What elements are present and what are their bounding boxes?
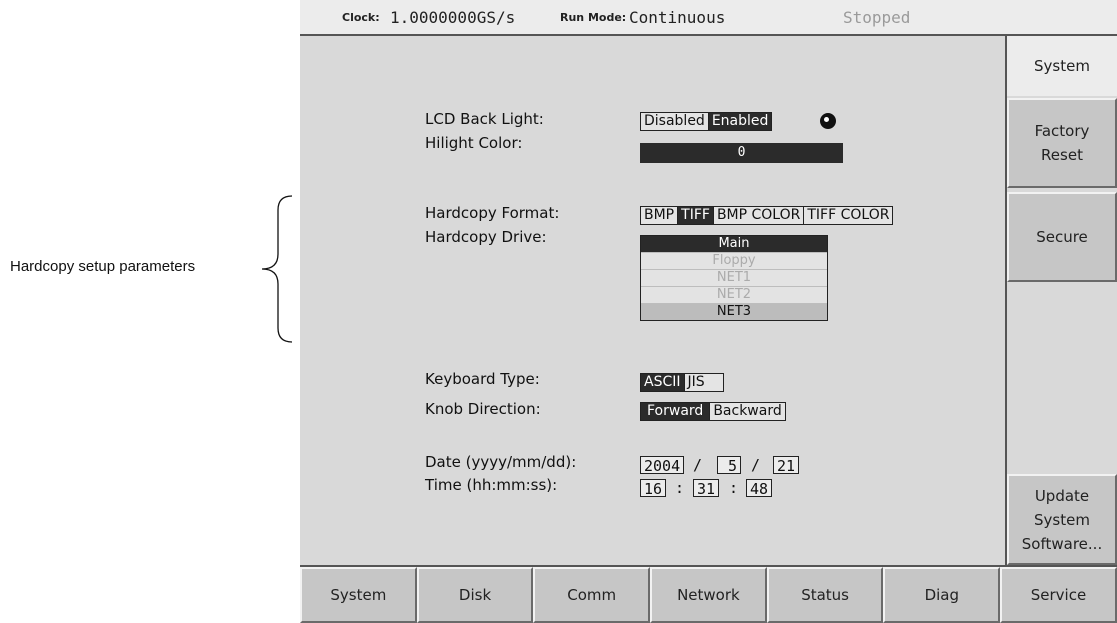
knob-forward[interactable]: Forward xyxy=(641,403,711,420)
date-separator-2: / xyxy=(751,456,761,474)
update-line-3: Software... xyxy=(1021,534,1103,553)
drive-option-net2[interactable]: NET2 xyxy=(641,287,827,304)
format-bmp[interactable]: BMP xyxy=(641,207,679,224)
hilight-color-label: Hilight Color: xyxy=(425,134,523,152)
run-mode-label: Run Mode: xyxy=(560,11,627,24)
clock-value: 1.0000000GS/s xyxy=(390,8,516,27)
drive-option-floppy[interactable]: Floppy xyxy=(641,253,827,270)
date-label: Date (yyyy/mm/dd): xyxy=(425,453,577,471)
date-day-field[interactable]: 21 xyxy=(773,456,800,475)
time-label: Time (hh:mm:ss): xyxy=(425,476,558,494)
format-tiff[interactable]: TIFF xyxy=(678,207,714,224)
update-line-2: System xyxy=(1034,510,1090,529)
date-month-field[interactable]: 5 xyxy=(717,456,741,475)
time-separator-1: : xyxy=(675,479,685,497)
hardcopy-drive-label: Hardcopy Drive: xyxy=(425,228,547,246)
date-separator-1: / xyxy=(693,456,703,474)
hilight-color-value[interactable]: 0 xyxy=(640,143,843,163)
settings-panel: LCD Back Light: Disabled Enabled Hilight… xyxy=(300,36,1005,565)
knob-direction-label: Knob Direction: xyxy=(425,400,541,418)
instrument-screen: Clock: 1.0000000GS/s Run Mode: Continuou… xyxy=(300,0,1117,623)
lcd-backlight-enabled[interactable]: Enabled xyxy=(708,113,772,130)
time-separator-2: : xyxy=(729,479,739,497)
tab-service[interactable]: Service xyxy=(1000,567,1117,623)
factory-reset-line-1: Factory xyxy=(1034,122,1090,140)
side-menu-empty-slot xyxy=(1007,286,1117,471)
lcd-backlight-label: LCD Back Light: xyxy=(425,110,544,128)
run-mode-value: Continuous xyxy=(629,8,726,27)
time-hour-field[interactable]: 16 xyxy=(640,479,667,498)
date-year-field[interactable]: 2004 xyxy=(640,456,685,475)
format-bmp-color[interactable]: BMP COLOR xyxy=(713,207,805,224)
lcd-backlight-selector[interactable]: Disabled Enabled xyxy=(640,112,773,131)
factory-reset-line-2: Reset xyxy=(1041,146,1083,164)
tab-status[interactable]: Status xyxy=(766,567,884,623)
tab-network[interactable]: Network xyxy=(650,567,767,623)
keyboard-type-label: Keyboard Type: xyxy=(425,370,540,388)
hardcopy-format-label: Hardcopy Format: xyxy=(425,204,560,222)
factory-reset-button[interactable]: Factory Reset xyxy=(1007,98,1117,188)
run-state: Stopped xyxy=(843,8,911,27)
drive-option-net3[interactable]: NET3 xyxy=(641,304,827,320)
status-bar: Clock: 1.0000000GS/s Run Mode: Continuou… xyxy=(300,0,1117,36)
bottom-tab-bar: System Disk Comm Network Status Diag Ser… xyxy=(300,565,1117,623)
time-second-field[interactable]: 48 xyxy=(746,479,773,498)
hardcopy-annotation-label: Hardcopy setup parameters xyxy=(10,258,196,275)
side-menu: System Factory Reset Secure Update Syste… xyxy=(1005,36,1117,565)
hardcopy-format-selector[interactable]: BMP TIFF BMP COLOR TIFF COLOR xyxy=(640,206,894,225)
lcd-backlight-disabled[interactable]: Disabled xyxy=(641,113,709,130)
knob-direction-selector[interactable]: Forward Backward xyxy=(640,402,786,421)
tab-comm[interactable]: Comm xyxy=(533,567,651,623)
indicator-led-icon xyxy=(820,113,836,129)
update-system-software-button[interactable]: Update System Software... xyxy=(1007,474,1117,565)
keyboard-jis[interactable]: JIS xyxy=(684,374,723,391)
tab-system[interactable]: System xyxy=(300,567,417,623)
drive-option-net1[interactable]: NET1 xyxy=(641,270,827,287)
time-minute-field[interactable]: 31 xyxy=(693,479,720,498)
knob-backward[interactable]: Backward xyxy=(710,403,785,420)
keyboard-type-selector[interactable]: ASCII JIS xyxy=(640,373,724,392)
curly-brace-icon xyxy=(261,195,293,343)
drive-option-main[interactable]: Main xyxy=(641,236,827,253)
format-tiff-color[interactable]: TIFF COLOR xyxy=(804,207,893,224)
tab-disk[interactable]: Disk xyxy=(416,567,534,623)
side-menu-title: System xyxy=(1007,36,1117,96)
secure-button[interactable]: Secure xyxy=(1007,192,1117,282)
hardcopy-drive-list[interactable]: Main Floppy NET1 NET2 NET3 xyxy=(640,235,828,321)
update-line-1: Update xyxy=(1034,486,1090,505)
keyboard-ascii[interactable]: ASCII xyxy=(641,374,685,391)
tab-diag[interactable]: Diag xyxy=(883,567,1001,623)
clock-label: Clock: xyxy=(342,11,380,24)
